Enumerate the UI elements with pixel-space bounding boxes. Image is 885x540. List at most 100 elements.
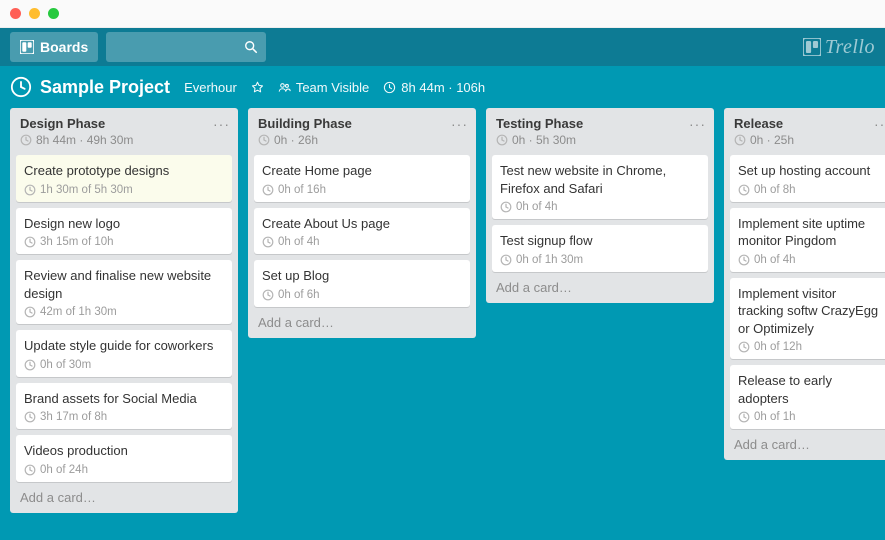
card-time-meta: 0h of 16h xyxy=(262,184,462,196)
card-time-meta: 0h of 1h xyxy=(738,411,885,423)
search-input[interactable] xyxy=(106,32,266,62)
list: Release···0h · 25hSet up hosting account… xyxy=(724,108,885,460)
board-title[interactable]: Sample Project xyxy=(10,76,170,98)
add-card-button[interactable]: Add a card… xyxy=(724,429,885,454)
list-menu-button[interactable]: ··· xyxy=(874,116,885,132)
list-header: Building Phase···0h · 26h xyxy=(248,108,476,151)
clock-icon xyxy=(738,411,750,423)
clock-icon xyxy=(24,359,36,371)
list-menu-button[interactable]: ··· xyxy=(213,116,230,132)
clock-icon xyxy=(262,289,274,301)
powerup-label[interactable]: Everhour xyxy=(184,80,237,95)
card-time-meta: 3h 15m of 10h xyxy=(24,236,224,248)
time-summary[interactable]: 8h 44m · 106h xyxy=(383,80,485,95)
card-title: Update style guide for coworkers xyxy=(24,337,224,355)
window-titlebar xyxy=(0,0,885,28)
card[interactable]: Videos production 0h of 24h xyxy=(16,435,232,482)
card[interactable]: Brand assets for Social Media 3h 17m of 8… xyxy=(16,383,232,430)
list-title[interactable]: Building Phase xyxy=(258,116,466,131)
card[interactable]: Implement site uptime monitor Pingdom 0h … xyxy=(730,208,885,272)
clock-icon xyxy=(738,184,750,196)
card-time-meta: 0h of 8h xyxy=(738,184,885,196)
list-title[interactable]: Testing Phase xyxy=(496,116,704,131)
card-time-meta: 0h of 24h xyxy=(24,464,224,476)
card-title: Set up Blog xyxy=(262,267,462,285)
list: Building Phase···0h · 26hCreate Home pag… xyxy=(248,108,476,338)
card[interactable]: Set up Blog0h of 6h xyxy=(254,260,470,307)
cards-container: Create prototype designs1h 30m of 5h 30m… xyxy=(10,151,238,482)
card-title: Set up hosting account xyxy=(738,162,885,180)
brand-logo[interactable]: Trello xyxy=(803,36,875,59)
add-card-button[interactable]: Add a card… xyxy=(248,307,476,332)
timer-icon xyxy=(10,76,32,98)
window-zoom-dot[interactable] xyxy=(48,8,59,19)
card-title: Create prototype designs xyxy=(24,162,224,180)
clock-icon xyxy=(262,184,274,196)
brand-text: Trello xyxy=(825,36,875,59)
card-time-meta: 3h 17m of 8h xyxy=(24,411,224,423)
clock-icon xyxy=(24,184,36,196)
list-subtitle: 8h 44m · 49h 30m xyxy=(20,133,228,147)
list-title[interactable]: Design Phase xyxy=(20,116,228,131)
search-icon xyxy=(244,40,258,54)
card-title: Videos production xyxy=(24,442,224,460)
clock-icon xyxy=(383,81,396,94)
card-title: Review and finalise new website design xyxy=(24,267,224,302)
clock-icon xyxy=(20,134,32,146)
list-menu-button[interactable]: ··· xyxy=(451,116,468,132)
list-header: Design Phase···8h 44m · 49h 30m xyxy=(10,108,238,151)
list-title[interactable]: Release xyxy=(734,116,885,131)
card-title: Test signup flow xyxy=(500,232,700,250)
card-title: Implement site uptime monitor Pingdom xyxy=(738,215,885,250)
add-card-button[interactable]: Add a card… xyxy=(486,272,714,297)
clock-icon xyxy=(258,134,270,146)
card[interactable]: Implement visitor tracking softw CrazyEg… xyxy=(730,278,885,360)
card-title: Create About Us page xyxy=(262,215,462,233)
star-button[interactable] xyxy=(251,81,264,94)
clock-icon xyxy=(24,411,36,423)
list-header: Release···0h · 25h xyxy=(724,108,885,151)
cards-container: Create Home page 0h of 16h Create About Us… xyxy=(248,151,476,307)
clock-icon xyxy=(24,464,36,476)
card-time-meta: 0h of 30m xyxy=(24,359,224,371)
app-topbar: Boards Trello xyxy=(0,28,885,66)
card[interactable]: Release to early adopters 0h of 1h xyxy=(730,365,885,429)
card[interactable]: Create About Us page0h of 4h xyxy=(254,208,470,255)
board-area: Sample Project Everhour Team Visible 8h … xyxy=(0,66,885,540)
card[interactable]: Create prototype designs1h 30m of 5h 30m xyxy=(16,155,232,202)
list-subtitle: 0h · 26h xyxy=(258,133,466,147)
card[interactable]: Update style guide for coworkers 0h of 30… xyxy=(16,330,232,377)
card[interactable]: Set up hosting account 0h of 8h xyxy=(730,155,885,202)
card[interactable]: Review and finalise new website design42… xyxy=(16,260,232,324)
list-subtitle: 0h · 5h 30m xyxy=(496,133,704,147)
card[interactable]: Test new website in Chrome, Firefox and … xyxy=(492,155,708,219)
card-title: Create Home page xyxy=(262,162,462,180)
clock-icon xyxy=(24,306,36,318)
lists-row: Design Phase···8h 44m · 49h 30mCreate pr… xyxy=(0,108,885,540)
card-title: Release to early adopters xyxy=(738,372,885,407)
card-title: Brand assets for Social Media xyxy=(24,390,224,408)
list-menu-button[interactable]: ··· xyxy=(689,116,706,132)
card-time-meta: 0h of 4h xyxy=(738,254,885,266)
boards-button[interactable]: Boards xyxy=(10,32,98,62)
clock-icon xyxy=(500,201,512,213)
clock-icon xyxy=(738,254,750,266)
team-icon xyxy=(278,81,291,94)
card-time-meta: 0h of 12h xyxy=(738,341,885,353)
window-minimize-dot[interactable] xyxy=(29,8,40,19)
clock-icon xyxy=(496,134,508,146)
card[interactable]: Test signup flow0h of 1h 30m xyxy=(492,225,708,272)
add-card-button[interactable]: Add a card… xyxy=(10,482,238,507)
board-title-text: Sample Project xyxy=(40,77,170,98)
card[interactable]: Design new logo3h 15m of 10h xyxy=(16,208,232,255)
card-title: Implement visitor tracking softw CrazyEg… xyxy=(738,285,885,338)
list-header: Testing Phase···0h · 5h 30m xyxy=(486,108,714,151)
boards-icon xyxy=(20,40,34,54)
boards-label: Boards xyxy=(40,39,88,55)
window-close-dot[interactable] xyxy=(10,8,21,19)
trello-icon xyxy=(803,38,821,56)
visibility-button[interactable]: Team Visible xyxy=(278,80,369,95)
list: Testing Phase···0h · 5h 30mTest new webs… xyxy=(486,108,714,303)
cards-container: Test new website in Chrome, Firefox and … xyxy=(486,151,714,272)
card[interactable]: Create Home page 0h of 16h xyxy=(254,155,470,202)
